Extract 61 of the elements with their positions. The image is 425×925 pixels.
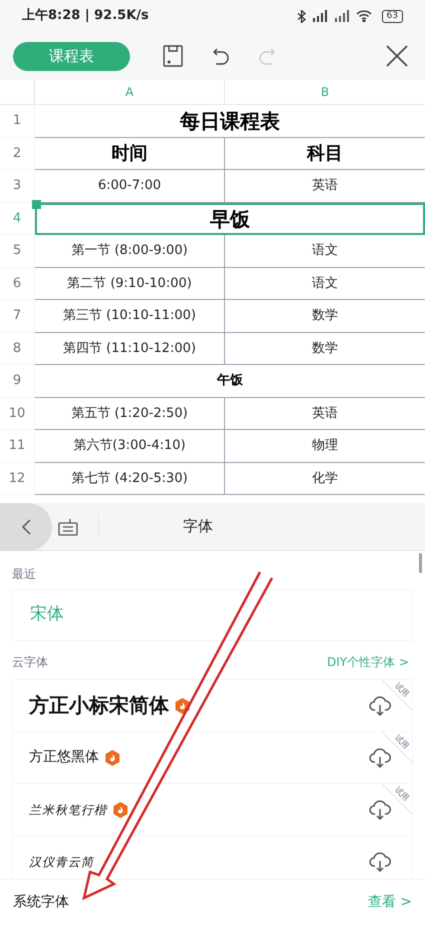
- close-icon[interactable]: [386, 45, 408, 67]
- column-header[interactable]: A: [35, 80, 225, 104]
- table-cell: 时间: [35, 138, 225, 170]
- system-fonts-label: 系统字体: [13, 893, 69, 912]
- table-cell: 英语: [225, 170, 425, 202]
- row-number[interactable]: 9: [0, 365, 35, 398]
- back-icon: [21, 518, 31, 534]
- row-number[interactable]: 8: [0, 332, 35, 365]
- font-name[interactable]: 汉仪青云简: [29, 852, 94, 870]
- table-cell: 第七节 (4:20-5:30): [35, 462, 225, 495]
- table-cell: 科目: [225, 138, 425, 170]
- bluetooth-icon: [296, 10, 306, 22]
- cloud-download-icon[interactable]: [368, 746, 392, 768]
- diy-font-link[interactable]: DIY个性字体 >: [327, 653, 409, 671]
- file-name-button[interactable]: 课程表: [13, 42, 130, 70]
- row-number[interactable]: 1: [0, 105, 35, 138]
- row-number[interactable]: 12: [0, 462, 35, 495]
- wifi-icon: [356, 10, 372, 22]
- column-header[interactable]: B: [225, 80, 425, 104]
- cloud-download-icon[interactable]: [368, 798, 392, 820]
- table-cell: 第五节 (1:20-2:50): [35, 398, 225, 430]
- merged-cell: 午饭: [35, 365, 425, 398]
- table-cell: 第二节 (9:10-10:00): [35, 268, 225, 300]
- table-cell: 6:00-7:00: [35, 170, 225, 202]
- table-cell: 第四节 (11:10-12:00): [35, 332, 225, 365]
- merged-cell: 早饭: [35, 202, 425, 235]
- signal-icon: [334, 10, 350, 22]
- row-number[interactable]: 5: [0, 235, 35, 268]
- scrollbar: [419, 553, 422, 573]
- table-cell: 数学: [225, 300, 425, 332]
- row-number[interactable]: 6: [0, 268, 35, 300]
- section-label: 云字体: [12, 654, 48, 671]
- status-time: 上午8:28 | 92.5K/s: [22, 7, 149, 26]
- table-cell: 语文: [225, 268, 425, 300]
- table-cell: 第三节 (10:10-11:00): [35, 300, 225, 332]
- merged-cell: 每日课程表: [35, 105, 425, 138]
- table-cell: 物理: [225, 430, 425, 462]
- cloud-download-icon[interactable]: [368, 694, 392, 716]
- selection-handle[interactable]: [32, 200, 41, 208]
- recent-font[interactable]: 宋体: [30, 602, 64, 628]
- signal-icon: [312, 10, 328, 22]
- row-number[interactable]: 11: [0, 430, 35, 462]
- table-cell: 第一节 (8:00-9:00): [35, 235, 225, 268]
- row-number[interactable]: 7: [0, 300, 35, 332]
- row-number[interactable]: 2: [0, 138, 35, 170]
- table-cell: 数学: [225, 332, 425, 365]
- table-cell: 英语: [225, 398, 425, 430]
- save-icon[interactable]: [163, 45, 183, 67]
- keyboard-icon[interactable]: [58, 518, 78, 536]
- cloud-download-icon[interactable]: [368, 850, 392, 872]
- row-number[interactable]: 10: [0, 398, 35, 430]
- table-cell: 化学: [225, 462, 425, 495]
- battery-icon: 63: [382, 10, 403, 22]
- section-label: 最近: [12, 566, 37, 583]
- font-name[interactable]: 方正小标宋简体: [29, 690, 169, 720]
- font-name[interactable]: 兰米秋笔行楷: [29, 800, 107, 818]
- table-cell: 语文: [225, 235, 425, 268]
- font-name[interactable]: 方正悠黑体: [29, 747, 99, 768]
- panel-title: 字体: [183, 516, 213, 538]
- table-cell: 第六节(3:00-4:10): [35, 430, 225, 462]
- view-link[interactable]: 查看 >: [368, 892, 412, 913]
